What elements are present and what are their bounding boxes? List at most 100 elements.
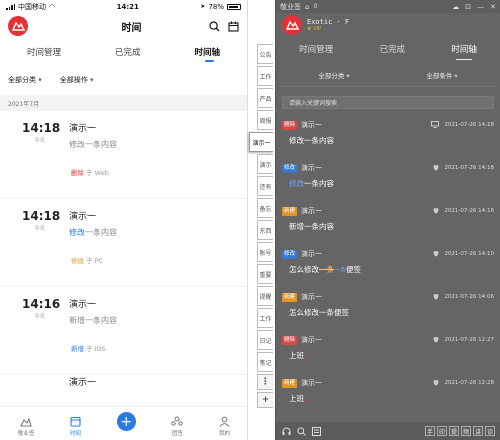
- close-icon[interactable]: ✕: [490, 3, 496, 11]
- entry-content: 修改一条内容: [69, 139, 117, 150]
- month-header: 2021年7月: [0, 95, 247, 111]
- entry-name: 演示一: [69, 300, 97, 310]
- side-tab[interactable]: 日记: [257, 330, 273, 350]
- desk-tab-bar: 时间管理 已完成 时间轴: [276, 37, 500, 61]
- side-tab[interactable]: 工作: [257, 66, 273, 86]
- format-button[interactable]: 讲: [473, 426, 483, 436]
- condition-filter[interactable]: 全部条件: [426, 70, 457, 80]
- entry-name: 演示一: [301, 336, 323, 344]
- desktop-widget: 敬业签 ⌂ 0 ☁ ⊡ — ✕ Exotic · F ♛ VIP 时间管理 已完…: [275, 0, 500, 440]
- format-button[interactable]: 诊: [485, 426, 495, 436]
- entry-meta: 2021-07-26 14:10: [433, 250, 494, 257]
- entry-meta: 2021-07-26 14:06: [433, 293, 494, 300]
- side-tab[interactable]: 东西: [257, 220, 273, 240]
- side-tab[interactable]: 工作: [257, 308, 273, 328]
- format-button[interactable]: 手: [425, 426, 435, 436]
- action-tag: 修改: [282, 163, 298, 173]
- home-icon[interactable]: ⌂: [305, 3, 309, 11]
- entry-name: 演示一: [69, 212, 97, 222]
- side-tab[interactable]: 还有: [257, 176, 273, 196]
- side-tab[interactable]: 账号: [257, 242, 273, 262]
- list-icon[interactable]: [312, 426, 321, 436]
- entry-datetime: 2021-07-26 12:28: [444, 379, 494, 386]
- entry-meta: 新增 于 iOS: [71, 343, 106, 353]
- entry-name: 演示一: [69, 124, 97, 134]
- tab-completed[interactable]: 已完成: [379, 43, 405, 55]
- side-tab[interactable]: 备忘: [257, 198, 273, 218]
- tabbar-me[interactable]: 我的: [219, 416, 230, 437]
- entry-name: 演示一: [301, 121, 323, 129]
- content-text: 一条内容: [85, 228, 117, 237]
- timeline-entry[interactable]: 14:16 今天 演示一 新增一条内容 新增 于 iOS: [0, 287, 247, 375]
- action-tag: 新建: [282, 378, 298, 388]
- side-tab[interactable]: 笔记: [257, 352, 273, 372]
- action-filter[interactable]: 全部操作: [60, 75, 94, 85]
- headset-icon[interactable]: [282, 427, 291, 436]
- side-tab[interactable]: 演示: [257, 154, 273, 174]
- timeline-entry[interactable]: 14:18 今天 演示一 修改一条内容 修改 于 PC: [0, 199, 247, 287]
- action-tag: 删除: [282, 120, 298, 130]
- timeline-entry[interactable]: 14:18 今天 演示一 修改一条内容 删除 于 Web: [0, 111, 247, 199]
- window-titlebar: 敬业签 ⌂ 0 ☁ ⊡ — ✕: [276, 0, 500, 13]
- tab-timeline[interactable]: 时间轴: [194, 46, 220, 62]
- format-button[interactable]: 频: [461, 426, 471, 436]
- calendar-icon[interactable]: [228, 21, 239, 32]
- desk-timeline-entry[interactable]: 修改 演示一 2021-07-26 14:10 怎么修改一条一条便签: [276, 244, 500, 287]
- tab-completed[interactable]: 已完成: [115, 46, 141, 58]
- app-logo-icon[interactable]: [8, 16, 28, 36]
- entry-content: 修改一条内容: [69, 227, 117, 238]
- apple-icon: [434, 165, 439, 171]
- entry-content: 修改一条内容: [289, 135, 494, 146]
- avatar[interactable]: [282, 15, 302, 35]
- entry-time: 14:18: [22, 209, 61, 223]
- crown-icon: ♛: [307, 26, 312, 32]
- search-input[interactable]: 请输入关键词搜索: [282, 96, 494, 109]
- format-button[interactable]: 提: [449, 426, 459, 436]
- entry-source: 于 iOS: [86, 345, 106, 353]
- apple-icon: [434, 337, 439, 343]
- category-filter[interactable]: 全部分类: [318, 70, 349, 80]
- desk-timeline-list: 删除 演示一 2021-07-26 14:18 修改一条内容 修改 演示一 2021-07-…: [276, 115, 500, 416]
- entry-name: 演示一: [301, 293, 323, 301]
- side-tab[interactable]: 重要: [257, 264, 273, 284]
- add-tab-button[interactable]: +: [257, 392, 273, 408]
- tabbar-label: 敬业签: [17, 431, 35, 437]
- entry-name: 演示一: [69, 378, 97, 388]
- tabbar-label: 团签: [171, 431, 183, 437]
- entry-name: 演示一: [301, 379, 323, 387]
- tab-time-management[interactable]: 时间管理: [299, 43, 333, 55]
- desk-timeline-entry[interactable]: 新建 演示一 2021-07-26 12:28 上班。: [276, 373, 500, 416]
- tabbar-home[interactable]: 敬业签: [17, 416, 35, 437]
- timeline-entry[interactable]: 演示一: [0, 375, 247, 389]
- entry-content: 新增一条内容: [69, 315, 117, 326]
- tabbar-add[interactable]: +: [116, 412, 136, 437]
- side-tab[interactable]: 提醒: [257, 286, 273, 306]
- desk-timeline-entry[interactable]: 删除 演示一 2021-07-26 12:27 上班。: [276, 330, 500, 373]
- desk-timeline-entry[interactable]: 新建 演示一 2021-07-26 14:16 新增一条内容: [276, 201, 500, 244]
- desk-timeline-entry[interactable]: 新建 演示一 2021-07-26 14:06 怎么修改一条便签: [276, 287, 500, 330]
- battery-icon: [227, 3, 241, 10]
- side-tab[interactable]: 产品: [257, 88, 273, 108]
- tabbar-team[interactable]: 团签: [171, 416, 184, 437]
- minimize-icon[interactable]: —: [477, 3, 484, 11]
- tab-time-management[interactable]: 时间管理: [27, 46, 61, 58]
- category-filter[interactable]: 全部分类: [8, 75, 42, 85]
- side-tab[interactable]: 公告: [257, 44, 273, 64]
- tabbar-time[interactable]: 时间: [70, 416, 81, 437]
- more-tabs-button[interactable]: ⋮: [257, 374, 273, 390]
- team-icon: [171, 416, 184, 426]
- tab-timeline[interactable]: 时间轴: [451, 43, 477, 60]
- app-name: 敬业签: [280, 2, 301, 11]
- search-icon[interactable]: [297, 426, 306, 436]
- pin-icon[interactable]: ⊡: [465, 3, 471, 11]
- side-tab[interactable]: 周报: [257, 110, 273, 130]
- desk-timeline-entry[interactable]: 修改 演示一 2021-07-26 14:18 修改一条内容: [276, 158, 500, 201]
- entry-name: 演示一: [301, 164, 323, 172]
- side-tab-active[interactable]: 演示一: [249, 132, 273, 152]
- format-button[interactable]: 印: [437, 426, 447, 436]
- action-tag: 删除: [282, 335, 298, 345]
- desk-timeline-entry[interactable]: 删除 演示一 2021-07-26 14:18 修改一条内容: [276, 115, 500, 158]
- search-icon[interactable]: [209, 20, 220, 32]
- username: Exotic · F: [307, 18, 350, 26]
- cloud-icon[interactable]: ☁: [452, 3, 459, 11]
